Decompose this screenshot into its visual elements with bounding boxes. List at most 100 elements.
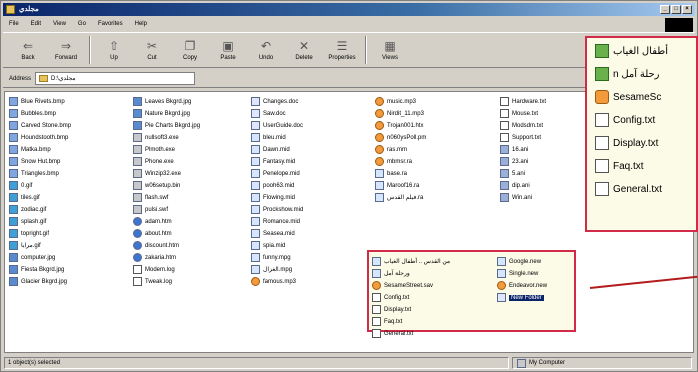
cut-button[interactable]: ✂ Cut — [133, 33, 171, 67]
file-item[interactable]: 5.ani — [500, 168, 546, 179]
file-item[interactable]: Winzip32.exe — [133, 168, 200, 179]
folder-icon — [6, 5, 15, 14]
file-item[interactable]: Glacier Bkgrd.jpg — [9, 276, 71, 287]
file-item[interactable]: Prockshow.mid — [251, 204, 303, 215]
file-item[interactable]: Blue Rivets.bmp — [9, 96, 71, 107]
maximize-button[interactable]: □ — [671, 5, 681, 14]
forward-button[interactable]: ⇒ Forward — [47, 33, 85, 67]
highlight-item[interactable]: Faq.txt — [372, 316, 450, 327]
file-item[interactable]: funny.mpg — [251, 252, 303, 263]
file-item[interactable]: Mouse.txt — [500, 108, 546, 119]
menu-help[interactable]: Help — [135, 21, 147, 27]
file-item[interactable]: topright.gif — [9, 228, 71, 239]
file-item[interactable]: Leaves Bkgrd.jpg — [133, 96, 200, 107]
file-item[interactable]: Dawn.mid — [251, 144, 303, 155]
highlight-item[interactable]: Endeavor.new — [497, 280, 547, 291]
file-item[interactable]: Romance.mid — [251, 216, 303, 227]
file-item[interactable]: w06setup.bin — [133, 180, 200, 191]
file-item[interactable]: zodiac.gif — [9, 204, 71, 215]
menu-go[interactable]: Go — [78, 21, 86, 27]
file-item[interactable]: pooh63.mid — [251, 180, 303, 191]
file-item[interactable]: mbmsr.ra — [375, 156, 426, 167]
menu-file[interactable]: File — [9, 21, 19, 27]
file-item[interactable]: Saw.doc — [251, 108, 303, 119]
close-button[interactable]: × — [682, 5, 692, 14]
highlight-item[interactable]: Display.txt — [372, 304, 450, 315]
file-item[interactable]: Support.txt — [500, 132, 546, 143]
highlight-item[interactable]: Google.new — [497, 256, 547, 267]
file-item[interactable]: Maroof16.ra — [375, 180, 426, 191]
file-item[interactable]: nullsoft3.exe — [133, 132, 200, 143]
paste-button[interactable]: ▣ Paste — [209, 33, 247, 67]
file-item[interactable]: 23.ani — [500, 156, 546, 167]
file-item[interactable]: Bubbles.bmp — [9, 108, 71, 119]
delete-button[interactable]: ✕ Delete — [285, 33, 323, 67]
file-item[interactable]: computer.jpg — [9, 252, 71, 263]
file-item[interactable]: Triangles.bmp — [9, 168, 71, 179]
address-input[interactable]: D:\مجلدي — [35, 72, 196, 85]
file-item[interactable]: Win.ani — [500, 192, 546, 203]
up-button[interactable]: ⇧ Up — [95, 33, 133, 67]
file-item[interactable]: ras.mm — [375, 144, 426, 155]
file-item[interactable]: Penelope.mid — [251, 168, 303, 179]
file-item[interactable]: Seasea.mid — [251, 228, 303, 239]
file-name: Trojan001.htx — [387, 122, 424, 129]
highlight-item[interactable]: New Folder — [497, 292, 547, 303]
file-item[interactable]: 16.ani — [500, 144, 546, 155]
file-item[interactable]: dip.ani — [500, 180, 546, 191]
highlight-item[interactable]: SesameStreet.sav — [372, 280, 450, 291]
file-item[interactable]: famous.mp3 — [251, 276, 303, 287]
file-item[interactable]: adam.htm — [133, 216, 200, 227]
file-item[interactable]: Trojan001.htx — [375, 120, 426, 131]
file-item[interactable]: مرايا.gif — [9, 240, 71, 251]
file-item[interactable]: Fiesta Bkgrd.jpg — [9, 264, 71, 275]
file-item[interactable]: Matka.bmp — [9, 144, 71, 155]
file-item[interactable]: splash.gif — [9, 216, 71, 227]
file-item[interactable]: الغزال.mpg — [251, 264, 303, 275]
menu-view[interactable]: View — [53, 21, 66, 27]
highlight-item[interactable]: General.txt — [372, 328, 450, 339]
views-button[interactable]: ▦ Views — [371, 33, 409, 67]
menu-edit[interactable]: Edit — [31, 21, 41, 27]
file-item[interactable]: tiles.gif — [9, 192, 71, 203]
file-item[interactable]: zakaria.htm — [133, 252, 200, 263]
minimize-button[interactable]: _ — [660, 5, 670, 14]
file-item[interactable]: bleu.mid — [251, 132, 303, 143]
file-item[interactable]: pulsi.swf — [133, 204, 200, 215]
file-item[interactable]: Carved Stone.bmp — [9, 120, 71, 131]
file-item[interactable]: Pie Charts Bkgrd.jpg — [133, 120, 200, 131]
highlight-item[interactable]: Single.new — [497, 268, 547, 279]
undo-button[interactable]: ↶ Undo — [247, 33, 285, 67]
highlight-item[interactable]: ورحلة آمل — [372, 268, 450, 279]
file-item[interactable]: Modem.log — [133, 264, 200, 275]
file-item[interactable]: 0.gif — [9, 180, 71, 191]
file-item[interactable]: base.ra — [375, 168, 426, 179]
file-item[interactable]: Modsdm.txt — [500, 120, 546, 131]
file-item[interactable]: Nature Bkgrd.jpg — [133, 108, 200, 119]
file-item[interactable]: Hardware.txt — [500, 96, 546, 107]
file-item[interactable]: about.htm — [133, 228, 200, 239]
file-item[interactable]: Nirdit_11.mp3 — [375, 108, 426, 119]
mid-file-icon — [251, 181, 260, 190]
file-item[interactable]: Phone.exe — [133, 156, 200, 167]
back-button[interactable]: ⇐ Back — [9, 33, 47, 67]
properties-button[interactable]: ☰ Properties — [323, 33, 361, 67]
file-item[interactable]: UserGuide.doc — [251, 120, 303, 131]
file-item[interactable]: music.mp3 — [375, 96, 426, 107]
file-item[interactable]: Snow Hut.bmp — [9, 156, 71, 167]
file-item[interactable]: discount.htm — [133, 240, 200, 251]
highlight-item[interactable]: من القدس .. أطفال الغياب — [372, 256, 450, 267]
file-item[interactable]: Fantasy.mid — [251, 156, 303, 167]
file-item[interactable]: Changes.doc — [251, 96, 303, 107]
file-item[interactable]: spia.mid — [251, 240, 303, 251]
highlight-item[interactable]: Config.txt — [372, 292, 450, 303]
menu-favorites[interactable]: Favorites — [98, 21, 123, 27]
copy-button[interactable]: ❐ Copy — [171, 33, 209, 67]
file-item[interactable]: فيلم القدس.ra — [375, 192, 426, 203]
file-item[interactable]: Tweak.log — [133, 276, 200, 287]
file-item[interactable]: Flowing.mid — [251, 192, 303, 203]
file-item[interactable]: n060ysPoll.pm — [375, 132, 426, 143]
file-item[interactable]: flash.swf — [133, 192, 200, 203]
file-item[interactable]: Plmoth.exe — [133, 144, 200, 155]
file-item[interactable]: Houndstooth.bmp — [9, 132, 71, 143]
